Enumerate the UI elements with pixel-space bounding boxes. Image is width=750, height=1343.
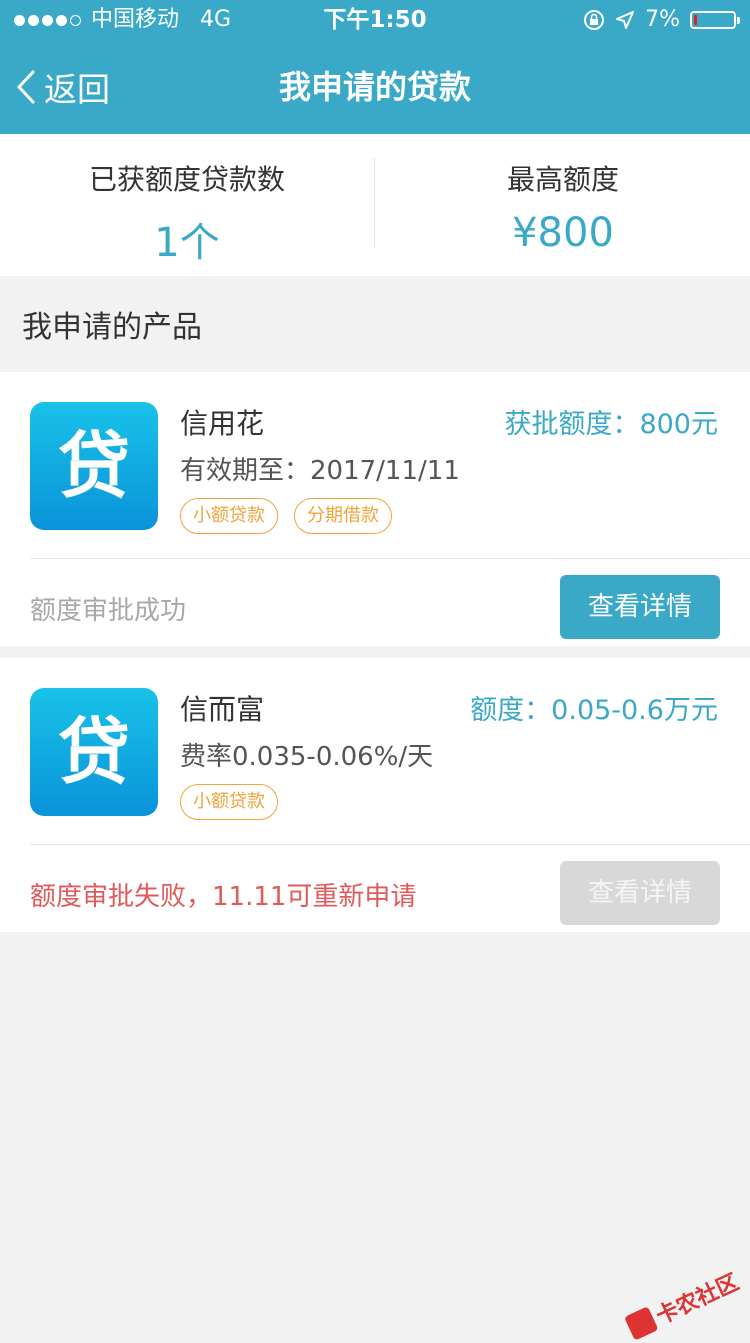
summary-divider <box>374 158 375 248</box>
loan-summary: 已获额度贷款数 1个 最高额度 ¥800 <box>0 134 750 276</box>
card-divider <box>30 558 750 559</box>
loan-name: 信用花 <box>180 407 265 440</box>
navbar: 返回 我申请的贷款 <box>0 40 750 134</box>
loan-tag: 小额贷款 <box>180 784 278 820</box>
loan-validity: 有效期至：2017/11/11 <box>180 456 460 486</box>
approved-count-block: 已获额度贷款数 1个 <box>0 134 374 276</box>
page-title: 我申请的贷款 <box>278 68 471 106</box>
loan-tag: 小额贷款 <box>180 498 278 534</box>
max-amount-value: ¥800 <box>512 210 614 256</box>
header-bar: 中国移动 4G 下午1:50 7% 返回 我申请的贷款 <box>0 0 750 134</box>
view-details-button-disabled[interactable]: 查看详情 <box>560 861 720 925</box>
max-amount-block: 最高额度 ¥800 <box>376 134 750 276</box>
watermark-logo: 卡农社区 <box>623 1265 743 1343</box>
status-right: 7% <box>583 0 740 40</box>
loan-status: 额度审批成功 <box>30 596 187 626</box>
loan-tag: 分期借款 <box>294 498 392 534</box>
rotation-lock-icon <box>584 10 605 30</box>
loan-card: 贷 信而富 额度：0.05-0.6万元 费率0.035-0.06%/天 小额贷款… <box>0 658 750 932</box>
loan-status: 额度审批失败，11.11可重新申请 <box>30 882 417 912</box>
watermark-text: 卡农社区 <box>652 1269 743 1330</box>
loan-card: 贷 信用花 获批额度：800元 有效期至：2017/11/11 小额贷款 分期借… <box>0 372 750 646</box>
loan-amount: 额度：0.05-0.6万元 <box>470 695 718 726</box>
battery-icon <box>690 11 740 29</box>
loan-tags: 小额贷款 <box>180 784 278 820</box>
loan-name: 信而富 <box>180 693 265 726</box>
card-divider <box>30 844 750 845</box>
loan-tags: 小额贷款 分期借款 <box>180 498 392 534</box>
loan-logo-icon: 贷 <box>30 402 158 530</box>
loan-rate: 费率0.035-0.06%/天 <box>180 742 434 772</box>
location-arrow-icon <box>616 11 635 29</box>
approved-count-label: 已获额度贷款数 <box>88 163 285 196</box>
status-bar: 中国移动 4G 下午1:50 7% <box>0 0 750 40</box>
view-details-button[interactable]: 查看详情 <box>560 575 720 639</box>
approved-count-value: 1个 <box>154 220 220 266</box>
battery-percent: 7% <box>645 7 680 32</box>
section-title: 我申请的产品 <box>22 310 202 345</box>
max-amount-label: 最高额度 <box>506 163 619 196</box>
loan-logo-icon: 贷 <box>30 688 158 816</box>
loan-amount: 获批额度：800元 <box>504 409 718 440</box>
watermark-icon <box>624 1306 659 1341</box>
battery-level <box>694 15 697 25</box>
